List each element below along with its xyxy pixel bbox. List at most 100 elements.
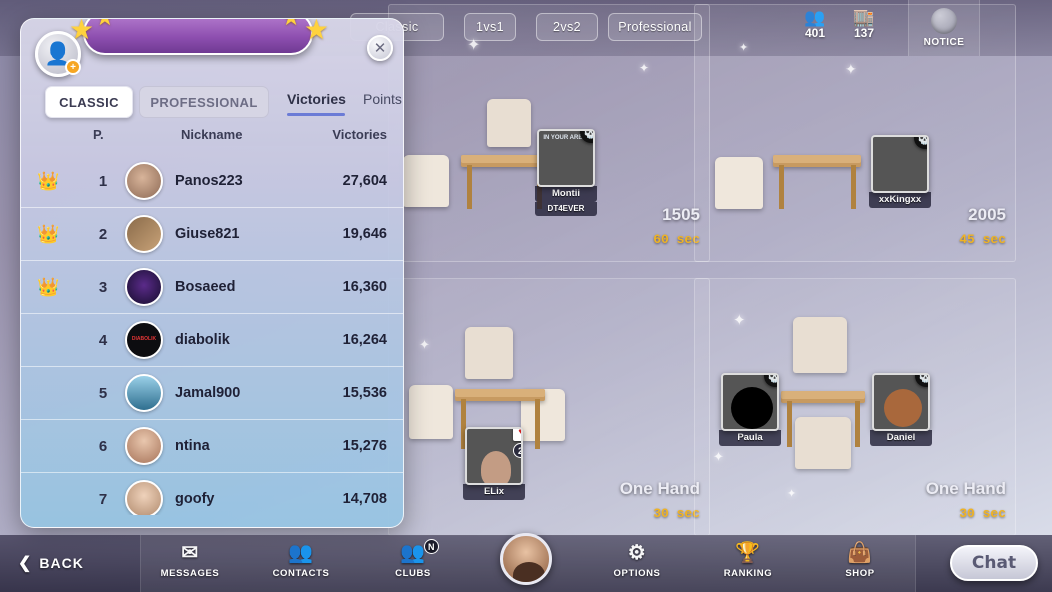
player-chip[interactable]: 💀 Daniel (870, 373, 932, 446)
table-stake: One Hand (619, 479, 700, 498)
table-row[interactable]: 7 goofy 14,708 (21, 473, 403, 515)
player-chip[interactable]: ♦ 2 ELix (463, 427, 525, 500)
table-row[interactable]: 👑 2 Giuse821 19,646 (21, 208, 403, 261)
nav-ranking[interactable]: 🏆 RANKING (701, 541, 795, 589)
table-leg (851, 165, 856, 209)
nav-label: CLUBS (395, 568, 431, 579)
chair (409, 385, 453, 439)
sparkle-icon: ✦ (467, 37, 481, 54)
table-leg (535, 399, 540, 449)
row-position: 5 (98, 384, 108, 402)
back-label: BACK (39, 555, 84, 571)
tab-professional[interactable]: PROFESSIONAL (139, 86, 269, 118)
king-avatar: 💀 (871, 135, 929, 193)
game-table (773, 155, 861, 167)
gear-icon: ⚙ (627, 542, 647, 564)
row-avatar (125, 215, 163, 253)
player-name: Daniel (870, 430, 932, 446)
table-cell-d[interactable]: ✦ ✦ ✦ 💀 Paula 💀 Daniel One Hand 30 sec (694, 278, 1016, 536)
player-name: Paula (719, 430, 781, 446)
ranking-list[interactable]: 👑 1 Panos223 27,604 👑 2 Giuse821 19,646 … (21, 155, 403, 515)
card-red-icon: ♦ (513, 429, 521, 441)
player-name: Montii (535, 186, 597, 202)
nav-clubs[interactable]: 👥 N CLUBS (366, 539, 460, 589)
crown-icon: 👑 (37, 276, 60, 297)
table-row[interactable]: 👑 3 Bosaeed 16,360 (21, 261, 403, 314)
nav-shop[interactable]: 👜 SHOP (813, 541, 907, 589)
nav-contacts[interactable]: 👥 CONTACTS (254, 541, 348, 589)
star-icon: ★ (281, 19, 301, 31)
table-timer: 45 sec (959, 232, 1006, 247)
table-leg (787, 401, 792, 447)
table-row[interactable]: 4 diabolik 16,264 (21, 314, 403, 367)
player-chip[interactable]: 💀 xxKingxx (869, 135, 931, 208)
back-button[interactable]: ❮ BACK (18, 553, 84, 573)
game-table (455, 389, 545, 401)
skull-icon: 💀 (914, 137, 927, 149)
row-avatar (125, 374, 163, 412)
sparkle-icon: ✦ (845, 61, 857, 77)
player-chip[interactable]: 💀 Paula (719, 373, 781, 446)
profile-avatar[interactable] (500, 533, 552, 585)
bag-icon: 👜 (847, 542, 873, 564)
table-cell-a[interactable]: ✦ ✦ IN YOUR AREA! 💀 Montii DT4EVER 1505 … (388, 4, 710, 262)
chair (715, 157, 763, 209)
ranking-panel: ★ ★ ★ ★ Ranking 👤 + ✕ CLASSIC PROFESSION… (20, 18, 404, 528)
row-victories: 15,536 (342, 385, 387, 401)
player-name: ELix (463, 484, 525, 500)
contacts-icon: 👥 (288, 542, 314, 564)
row-nickname: goofy (175, 491, 215, 507)
table-row[interactable]: 👑 1 Panos223 27,604 (21, 155, 403, 208)
skull-icon: 💀 (764, 375, 777, 387)
sparkle-icon: ✦ (713, 449, 724, 464)
row-victories: 19,646 (342, 226, 387, 242)
row-position: 3 (98, 278, 108, 296)
row-victories: 16,264 (342, 332, 387, 348)
row-nickname: Giuse821 (175, 226, 240, 242)
tables-grid: ✦ ✦ IN YOUR AREA! 💀 Montii DT4EVER 1505 … (388, 0, 1052, 536)
nav-label: RANKING (723, 568, 773, 579)
tab-victories[interactable]: Victories (287, 91, 346, 107)
elix-avatar: ♦ 2 (465, 427, 523, 485)
chair (795, 417, 851, 469)
row-victories: 15,276 (342, 438, 387, 454)
ranking-panel-header: ★ ★ ★ ★ Ranking 👤 + ✕ (21, 19, 403, 87)
ranking-title-ribbon: ★ ★ ★ ★ Ranking (69, 19, 329, 57)
row-victories: 16,360 (342, 279, 387, 295)
nav-label: SHOP (845, 568, 875, 579)
close-icon[interactable]: ✕ (367, 35, 393, 61)
row-position: 1 (98, 172, 108, 190)
player-name: xxKingxx (869, 192, 931, 208)
table-timer: 30 sec (959, 506, 1006, 521)
row-position: 2 (98, 225, 108, 243)
chevron-left-icon: ❮ (18, 555, 33, 572)
table-leg (779, 165, 784, 209)
table-row[interactable]: 5 Jamal900 15,536 (21, 367, 403, 420)
paula-avatar: 💀 (721, 373, 779, 431)
column-header-victories: Victories (332, 127, 387, 142)
player-chip[interactable]: IN YOUR AREA! 💀 Montii DT4EVER (535, 129, 597, 216)
nav-label: OPTIONS (613, 568, 661, 579)
row-avatar (125, 162, 163, 200)
bottom-bar: ❮ BACK ✉ MESSAGES 👥 CONTACTS 👥 N CLUBS ⚙… (0, 533, 1052, 592)
chair (403, 155, 449, 207)
table-row[interactable]: 6 ntina 15,276 (21, 420, 403, 473)
tab-points[interactable]: Points (363, 91, 402, 107)
row-nickname: Bosaeed (175, 279, 236, 295)
chair (465, 327, 513, 379)
ranking-tabs: CLASSIC PROFESSIONAL Victories Points (21, 81, 403, 123)
nav-messages[interactable]: ✉ MESSAGES (143, 541, 237, 589)
star-icon: ★ (303, 18, 329, 45)
row-avatar (125, 427, 163, 465)
avatar-add-badge[interactable]: + (65, 59, 81, 75)
chat-button[interactable]: Chat (950, 545, 1038, 581)
podium-icon: 🏆 (735, 542, 761, 564)
sparkle-icon: ✦ (733, 312, 746, 329)
table-cell-b[interactable]: ✦ ✦ 💀 xxKingxx 2005 45 sec (694, 4, 1016, 262)
row-position: 4 (98, 331, 108, 349)
nav-options[interactable]: ⚙ OPTIONS (590, 541, 684, 589)
clubs-icon: 👥 (400, 542, 426, 564)
table-cell-c[interactable]: ✦ ♦ 2 ELix One Hand 30 sec (388, 278, 710, 536)
tab-classic[interactable]: CLASSIC (45, 86, 133, 118)
star-icon: ★ (95, 19, 115, 31)
